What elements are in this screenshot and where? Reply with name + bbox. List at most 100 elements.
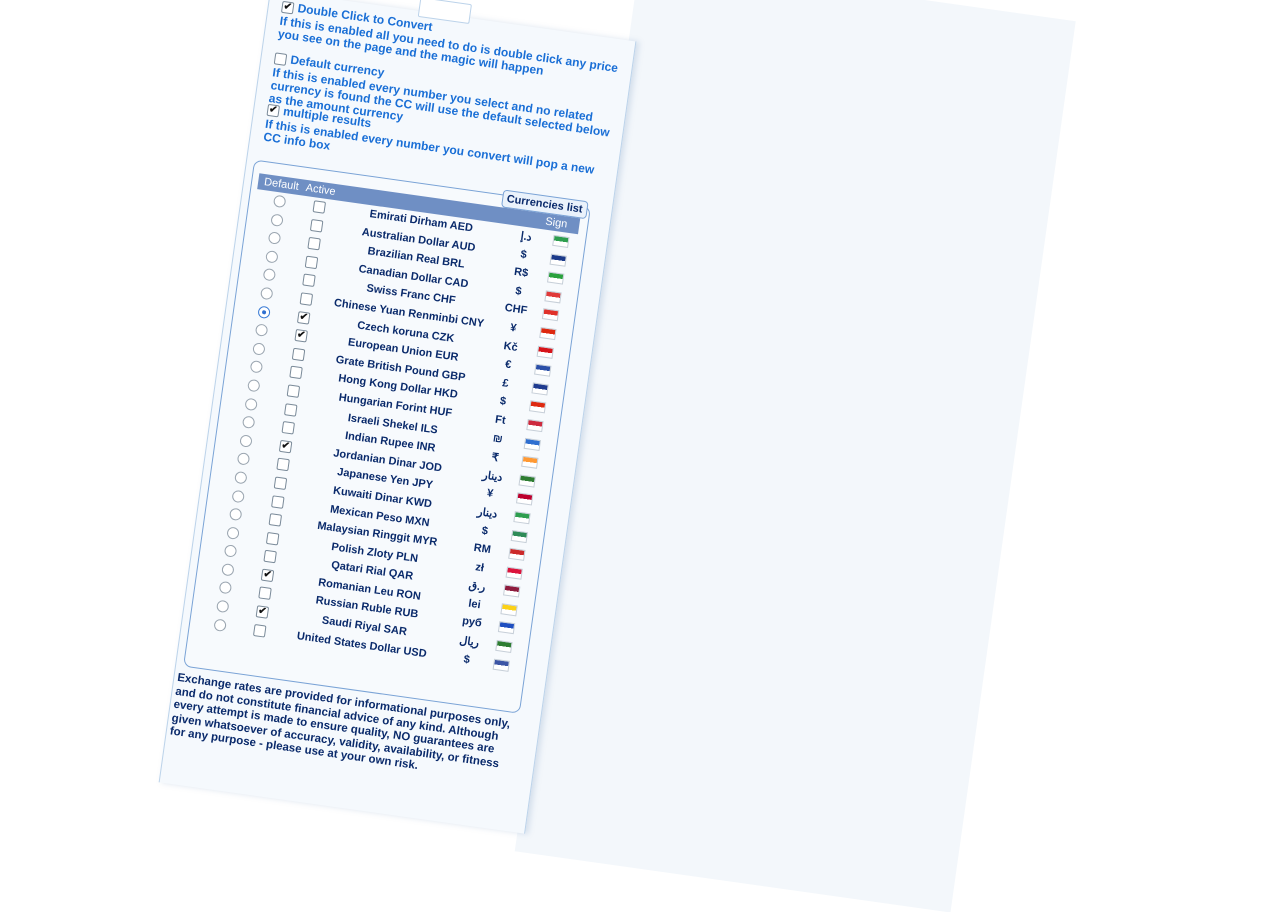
hu-flag-icon — [526, 418, 544, 433]
active-checkbox[interactable] — [284, 402, 298, 417]
default-radio[interactable] — [228, 507, 243, 522]
default-radio[interactable] — [226, 526, 240, 540]
jp-flag-icon — [515, 492, 534, 506]
jo-flag-icon — [518, 474, 536, 488]
header-sign: Sign — [544, 215, 569, 231]
ae-flag-icon — [552, 234, 570, 248]
currency-sign: ر.ق — [467, 579, 487, 595]
pl-flag-icon — [505, 566, 523, 580]
default-radio[interactable] — [239, 433, 253, 448]
currency-sign: $ — [519, 248, 528, 261]
default-radio[interactable] — [221, 562, 235, 577]
currency-sign: ¥ — [509, 321, 518, 335]
currency-sign: $ — [514, 284, 523, 298]
ro-flag-icon — [500, 603, 518, 617]
default-radio[interactable] — [234, 470, 248, 485]
currency-sign: lei — [467, 597, 482, 612]
us-flag-icon — [492, 658, 511, 672]
currencies-list-box: Currencies list Default Active Sign Emir… — [183, 159, 591, 714]
currency-sign: ريال — [458, 634, 480, 650]
active-checkbox[interactable]: ✔ — [255, 605, 270, 619]
currency-sign: ¥ — [486, 487, 494, 501]
currency-sign: دينار — [481, 469, 504, 484]
active-checkbox[interactable] — [307, 237, 321, 251]
default-radio[interactable] — [249, 360, 264, 374]
currency-sign: ₹ — [490, 451, 500, 465]
default-radio[interactable] — [252, 341, 266, 356]
currency-sign: $ — [480, 524, 489, 538]
default-radio[interactable] — [257, 305, 271, 319]
default-radio[interactable] — [262, 268, 277, 282]
currency-sign: € — [504, 358, 513, 372]
active-checkbox[interactable] — [258, 586, 272, 601]
currency-sign: zł — [474, 560, 485, 575]
default-radio[interactable] — [213, 618, 227, 632]
active-checkbox[interactable] — [286, 384, 301, 398]
active-checkbox[interactable] — [312, 200, 327, 214]
default-radio[interactable] — [218, 581, 233, 595]
currency-sign: Ft — [494, 413, 507, 427]
active-checkbox[interactable] — [263, 550, 277, 564]
active-checkbox[interactable] — [289, 365, 303, 380]
default-radio[interactable] — [265, 249, 279, 264]
eu-flag-icon — [534, 363, 552, 377]
double-click-checkbox[interactable]: ✔ — [281, 0, 295, 14]
default-radio[interactable] — [231, 489, 246, 503]
active-checkbox[interactable] — [302, 273, 316, 288]
qa-flag-icon — [502, 584, 521, 598]
active-checkbox[interactable] — [271, 494, 285, 509]
active-checkbox[interactable]: ✔ — [296, 310, 311, 325]
currency-sign: Kč — [502, 339, 519, 354]
active-checkbox[interactable] — [268, 513, 283, 527]
multiple-results-checkbox[interactable]: ✔ — [266, 103, 281, 117]
sa-flag-icon — [495, 639, 513, 654]
in-flag-icon — [521, 455, 539, 469]
active-checkbox[interactable]: ✔ — [260, 568, 275, 583]
my-flag-icon — [508, 547, 526, 562]
default-radio[interactable] — [223, 544, 238, 559]
default-radio[interactable] — [247, 378, 261, 393]
active-checkbox[interactable] — [276, 457, 290, 472]
ca-flag-icon — [544, 290, 562, 304]
active-checkbox[interactable]: ✔ — [278, 439, 293, 454]
currency-sign: ₪ — [492, 431, 504, 446]
currency-sign: руб — [461, 615, 483, 631]
mx-flag-icon — [510, 529, 529, 543]
active-checkbox[interactable] — [273, 476, 288, 490]
active-checkbox[interactable]: ✔ — [294, 329, 308, 343]
currencies-table-body: Emirati Dirham AED د.إ Australian Dollar A… — [195, 189, 578, 676]
default-radio[interactable] — [244, 397, 258, 411]
br-flag-icon — [546, 271, 565, 285]
default-radio[interactable] — [267, 231, 282, 246]
hk-flag-icon — [528, 400, 547, 414]
kw-flag-icon — [513, 511, 531, 525]
ru-flag-icon — [497, 621, 516, 635]
gb-flag-icon — [531, 382, 549, 396]
default-radio[interactable] — [272, 194, 287, 209]
currency-sign: $ — [462, 653, 471, 666]
currency-sign: R$ — [513, 265, 529, 280]
currency-sign: دينار — [476, 505, 499, 521]
currency-sign: £ — [501, 376, 510, 390]
currency-sign: CHF — [503, 302, 528, 318]
active-checkbox[interactable] — [309, 218, 324, 233]
cn-flag-icon — [539, 326, 557, 341]
default-radio[interactable] — [241, 415, 256, 430]
active-checkbox[interactable] — [304, 255, 319, 269]
active-checkbox[interactable] — [291, 347, 306, 362]
default-radio[interactable] — [254, 323, 269, 338]
currency-sign: د.إ — [519, 230, 533, 244]
active-checkbox[interactable] — [281, 421, 296, 435]
il-flag-icon — [523, 437, 542, 451]
default-radio[interactable] — [259, 286, 274, 301]
default-currency-checkbox[interactable] — [273, 51, 288, 66]
au-flag-icon — [549, 253, 567, 267]
default-radio[interactable] — [270, 213, 284, 227]
active-checkbox[interactable] — [265, 531, 280, 546]
active-checkbox[interactable] — [252, 623, 267, 638]
active-checkbox[interactable] — [299, 292, 314, 306]
currency-sign: RM — [472, 541, 492, 557]
currency-sign: $ — [499, 395, 507, 409]
default-radio[interactable] — [236, 452, 251, 466]
default-radio[interactable] — [215, 599, 230, 614]
